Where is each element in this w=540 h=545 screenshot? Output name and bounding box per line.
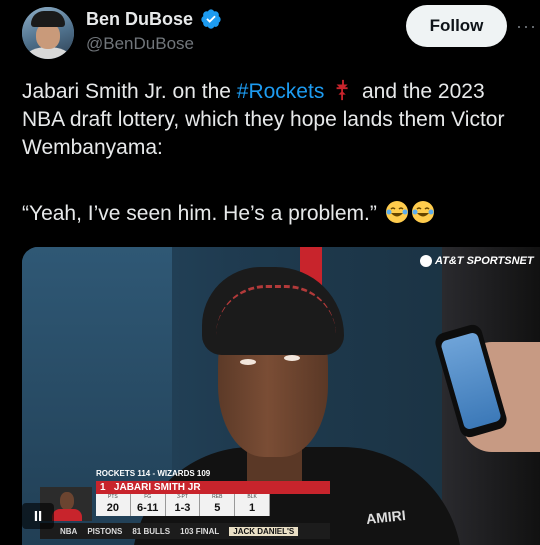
att-globe-icon [420,255,432,267]
ticker-sponsor: JACK DANIEL'S [229,526,299,536]
player-stats: PTS 20 FG 6-11 3-PT 1-3 REB 5 BLK 1 [96,494,270,516]
tweet-quote: “Yeah, I’ve seen him. He’s a problem.” [22,200,435,228]
rockets-logo-icon [336,79,348,101]
stat-blk: BLK 1 [235,494,270,516]
author-handle[interactable]: @BenDuBose [86,34,194,54]
player-number: 1 [100,482,106,493]
follow-button[interactable]: Follow [406,5,507,47]
more-horizontal-icon[interactable]: ··· [516,16,540,36]
tears-of-joy-emoji [411,201,434,223]
author-name[interactable]: Ben DuBose [86,9,193,30]
tweet-header: Ben DuBose @BenDuBose Follow ··· [0,0,540,70]
ticker-item: 81 BULLS [132,526,171,536]
hashtag-link[interactable]: #Rockets [237,80,325,103]
stat-reb: REB 5 [200,494,236,516]
tweet-text-part: Jabari Smith Jr. on the [22,80,237,103]
ticker-item: PISTONS [87,526,123,536]
ticker-item: NBA [60,526,78,536]
pause-button[interactable]: II [22,503,54,529]
player-name-bar: 1 JABARI SMITH JR [96,481,330,494]
avatar[interactable] [22,7,74,59]
stat-3pt: 3-PT 1-3 [166,494,201,516]
player-name: JABARI SMITH JR [113,482,201,493]
score-ticker: NBA PISTONS 81 BULLS 103 FINAL JACK DANI… [40,523,330,539]
quote-text: “Yeah, I’ve seen him. He’s a problem.” [22,202,377,225]
tweet-text: Jabari Smith Jr. on the #Rockets and the… [22,78,527,162]
ticker-item: 103 FINAL [180,526,220,536]
tears-of-joy-emoji [385,201,408,223]
tweet-video[interactable]: AT&T SPORTSNET AMIRI ROCKETS 114 - WIZAR… [22,247,540,545]
verified-badge-icon [201,9,221,29]
network-logo: AT&T SPORTSNET [420,253,534,269]
scorebug: ROCKETS 114 - WIZARDS 109 1 JABARI SMITH… [40,469,330,541]
stat-fg: FG 6-11 [131,494,166,516]
score-line: ROCKETS 114 - WIZARDS 109 [96,469,211,478]
stat-pts: PTS 20 [96,494,131,516]
